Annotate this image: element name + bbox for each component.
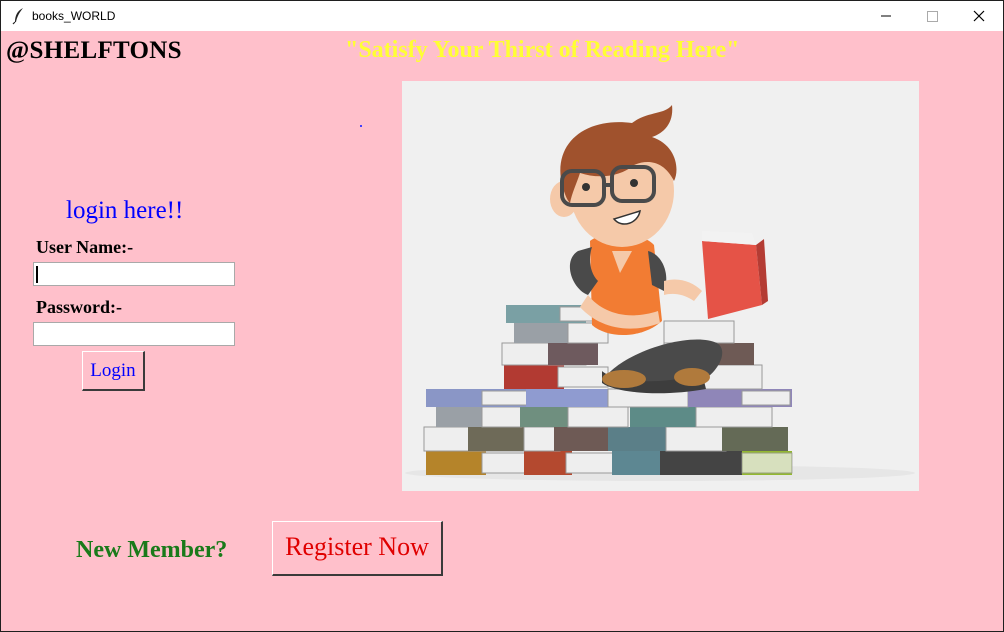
username-label: User Name:- [36,237,134,257]
maximize-icon [927,11,938,22]
reading-illustration [402,81,919,491]
window-title: books_WORLD [32,9,116,23]
tagline: "Satisfy Your Thirst of Reading Here" [345,37,740,63]
boy-reading-on-books-illustration [405,105,915,481]
stray-dot [360,125,362,127]
feather-icon [12,8,23,25]
app-window: books_WORLD @SHELFTONS "Satisfy Your Thi… [0,0,1004,632]
text-caret [36,266,38,283]
login-heading: login here!! [66,197,184,224]
close-icon [973,10,985,22]
maximize-button[interactable] [909,1,955,31]
title-bar[interactable]: books_WORLD [1,1,1003,31]
login-button[interactable]: Login [82,351,145,391]
new-member-prompt: New Member? [76,537,228,563]
minimize-icon [881,15,891,17]
username-field[interactable] [33,262,235,286]
password-label: Password:- [36,297,122,317]
close-button[interactable] [956,1,1002,31]
register-button[interactable]: Register Now [272,521,443,576]
password-field[interactable] [33,322,235,346]
brand-title: @SHELFTONS [6,37,182,64]
minimize-button[interactable] [863,1,909,31]
